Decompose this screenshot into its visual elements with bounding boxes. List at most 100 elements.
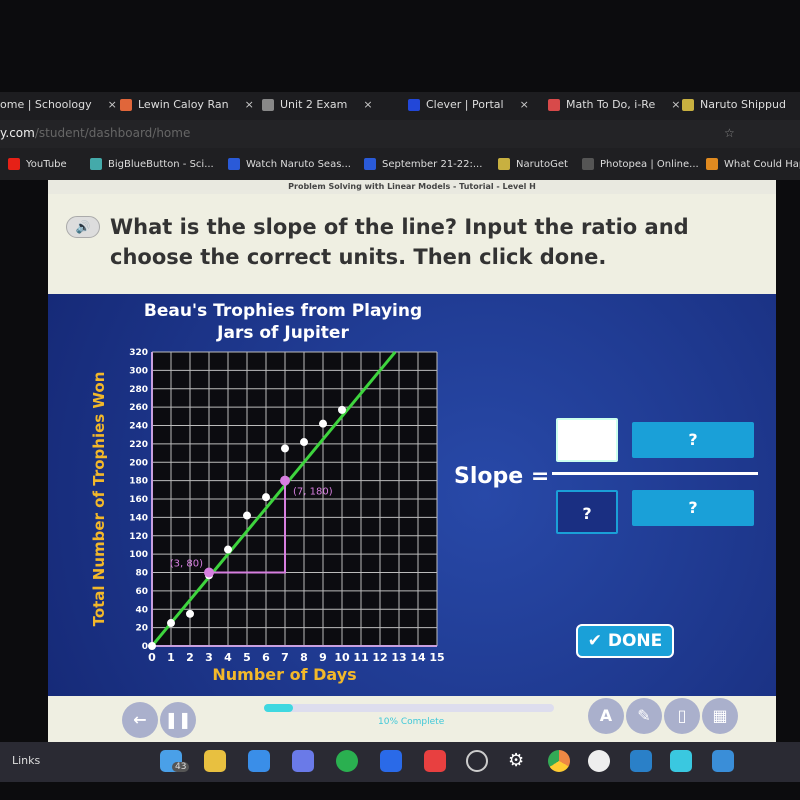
back-button[interactable]: ← xyxy=(122,702,158,738)
tab-label: ome | Schoology xyxy=(0,98,92,111)
lesson-footer: ← ❚❚ 10% Complete A ✎ ▯ ▦ xyxy=(48,696,776,742)
x-tick-label: 9 xyxy=(319,651,327,664)
obs-icon[interactable] xyxy=(466,750,488,772)
glossary-icon[interactable]: A xyxy=(588,698,624,734)
y-tick-label: 320 xyxy=(129,348,148,358)
bookmark-icon xyxy=(706,158,718,170)
bookmark[interactable]: BigBlueButton - Sci... xyxy=(90,158,214,170)
app-icon[interactable] xyxy=(380,750,402,772)
bookmark[interactable]: YouTube xyxy=(8,158,67,170)
x-tick-label: 8 xyxy=(300,651,308,664)
mail-badge: 43 xyxy=(172,762,190,772)
spotify-icon[interactable] xyxy=(336,750,358,772)
data-point xyxy=(319,419,327,428)
y-tick-label: 300 xyxy=(129,366,148,376)
numerator-input[interactable] xyxy=(556,418,618,462)
pencil-icon[interactable]: ✎ xyxy=(626,698,662,734)
y-tick-label: 240 xyxy=(129,422,148,432)
y-tick-label: 100 xyxy=(129,550,148,560)
y-tick-label: 80 xyxy=(135,569,148,579)
x-axis-label: Number of Days xyxy=(212,665,356,684)
calculator-icon[interactable]: ▦ xyxy=(702,698,738,734)
progress-bar xyxy=(264,704,554,712)
browser-tab[interactable]: Unit 2 Exam × xyxy=(262,98,373,111)
photos-icon[interactable] xyxy=(712,750,734,772)
close-tab-icon[interactable]: × xyxy=(671,98,680,111)
x-tick-label: 13 xyxy=(391,651,406,664)
bookmark-label: Photopea | Online... xyxy=(600,158,699,170)
settings-icon[interactable]: ⚙ xyxy=(508,750,524,771)
browser-tab[interactable]: Lewin Caloy Ran × xyxy=(120,98,254,111)
data-point xyxy=(186,609,194,618)
clever-icon xyxy=(408,98,420,111)
app-icon[interactable] xyxy=(670,750,692,772)
highlight-point xyxy=(280,475,290,486)
data-point xyxy=(281,444,289,453)
url-host: y.com xyxy=(0,126,35,140)
file-explorer-icon[interactable] xyxy=(204,750,226,772)
links-toolbar[interactable]: Links xyxy=(12,754,40,767)
chrome-icon[interactable] xyxy=(548,750,570,772)
browser-tab[interactable]: Clever | Portal × xyxy=(408,98,529,111)
bookmark[interactable]: Watch Naruto Seas... xyxy=(228,158,351,170)
y-tick-label: 0 xyxy=(142,642,148,652)
question-panel: 🔊 What is the slope of the line? Input t… xyxy=(48,194,776,294)
naruto-icon xyxy=(682,98,694,111)
data-point xyxy=(224,545,232,554)
x-tick-label: 11 xyxy=(353,651,368,664)
y-tick-label: 120 xyxy=(129,532,148,542)
x-tick-label: 6 xyxy=(262,651,270,664)
data-point xyxy=(243,511,251,520)
y-tick-label: 220 xyxy=(129,440,148,450)
y-tick-label: 160 xyxy=(129,495,148,505)
done-button[interactable]: ✔ DONE xyxy=(576,624,674,658)
address-bar[interactable]: y.com/student/dashboard/home ☆ xyxy=(0,120,800,148)
bookmark-icon xyxy=(228,158,240,170)
notepad-icon[interactable]: ▯ xyxy=(664,698,700,734)
bookmark[interactable]: What Could Happ xyxy=(706,158,800,170)
zoom-icon[interactable] xyxy=(248,750,270,772)
progress-fill xyxy=(264,704,293,712)
speaker-icon[interactable]: 🔊 xyxy=(66,216,100,238)
close-tab-icon[interactable]: × xyxy=(520,98,529,111)
bookmark[interactable]: NarutoGet xyxy=(498,158,568,170)
bookmark[interactable]: September 21-22:... xyxy=(364,158,482,170)
browser-tab[interactable]: Math To Do, i-Re × xyxy=(548,98,680,111)
bookmark-icon xyxy=(8,158,20,170)
slope-label: Slope = xyxy=(454,464,550,489)
bookmark[interactable]: Photopea | Online... xyxy=(582,158,699,170)
close-tab-icon[interactable]: × xyxy=(363,98,372,111)
numerator-units-dropdown[interactable]: ? xyxy=(632,422,754,458)
browser-tab[interactable]: ome | Schoology × xyxy=(0,98,117,111)
star-icon[interactable]: ☆ xyxy=(724,126,735,140)
y-tick-label: 260 xyxy=(129,403,148,413)
data-point xyxy=(338,405,346,414)
x-tick-label: 2 xyxy=(186,651,194,664)
tab-label: Clever | Portal xyxy=(426,98,504,111)
app-icon[interactable] xyxy=(630,750,652,772)
bookmark-label: NarutoGet xyxy=(516,158,568,170)
x-tick-label: 4 xyxy=(224,651,232,664)
x-tick-label: 7 xyxy=(281,651,289,664)
discord-icon[interactable] xyxy=(292,750,314,772)
browser-tab[interactable]: Naruto Shippud× xyxy=(682,98,800,111)
x-tick-label: 15 xyxy=(429,651,444,664)
tab-label: Naruto Shippud xyxy=(700,98,786,111)
url-path: /student/dashboard/home xyxy=(34,126,191,140)
problem-stage: Beau's Trophies from Playing Jars of Jupi… xyxy=(48,294,776,696)
roblox-icon[interactable] xyxy=(424,750,446,772)
x-tick-label: 12 xyxy=(372,651,387,664)
tab-strip: ome | Schoology × Lewin Caloy Ran × Unit 2 E… xyxy=(0,92,800,120)
denominator-units-dropdown[interactable]: ? xyxy=(632,490,754,526)
x-tick-label: 3 xyxy=(205,651,213,664)
bookmark-label: Watch Naruto Seas... xyxy=(246,158,351,170)
pause-button[interactable]: ❚❚ xyxy=(160,702,196,738)
bookmark-label: What Could Happ xyxy=(724,158,800,170)
itunes-icon[interactable] xyxy=(588,750,610,772)
close-tab-icon[interactable]: × xyxy=(108,98,117,111)
close-tab-icon[interactable]: × xyxy=(245,98,254,111)
denominator-input[interactable]: ? xyxy=(556,490,618,534)
highlight-point xyxy=(204,567,214,578)
bookmark-label: September 21-22:... xyxy=(382,158,483,170)
y-tick-label: 20 xyxy=(135,624,148,634)
